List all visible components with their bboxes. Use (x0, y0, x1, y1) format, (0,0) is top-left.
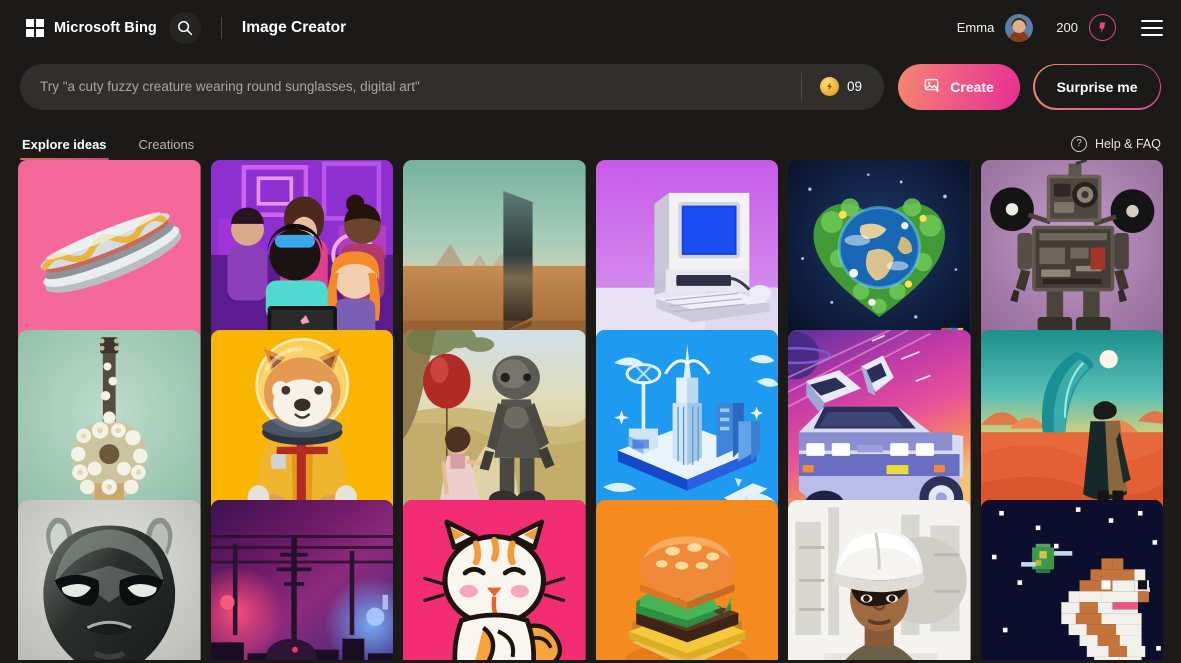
gallery-tile-pixel-space-dog[interactable] (980, 500, 1163, 660)
boost-counter[interactable]: 09 (802, 64, 884, 110)
avatar[interactable] (1005, 13, 1034, 42)
tab-creations[interactable]: Creations (137, 137, 197, 160)
brand-label: Microsoft Bing (54, 19, 157, 36)
coin-icon (820, 77, 840, 96)
microsoft-logo-icon (26, 18, 44, 37)
gallery-tile-earth-heart[interactable] (788, 160, 971, 343)
surprise-me-button[interactable]: Surprise me (1034, 65, 1160, 108)
gallery-tile-isometric-burger[interactable] (595, 500, 778, 660)
gallery-tile-chrome-hotdog[interactable] (18, 160, 201, 343)
gallery-tile-flower-guitar[interactable] (18, 330, 201, 513)
image-sparkle-icon (924, 77, 941, 97)
user-name-label: Emma (956, 20, 995, 35)
gallery-tile-isometric-city[interactable] (595, 330, 778, 513)
surprise-me-border: Surprise me (1033, 63, 1161, 110)
gallery-tile-hardhat-portrait[interactable] (788, 500, 971, 660)
gallery-tile-cartoon-cat[interactable] (403, 500, 586, 660)
gallery-tile-girl-robot-balloon[interactable] (403, 330, 586, 513)
gallery-tile-horned-helmet[interactable] (18, 500, 201, 660)
gallery-tile-astronaut-shiba[interactable] (210, 330, 393, 513)
gallery-tile-synthwave-delorean[interactable] (788, 330, 971, 513)
header-divider (220, 16, 222, 39)
help-and-faq-label: Help & FAQ (1095, 137, 1161, 151)
page-title: Image Creator (241, 18, 347, 36)
gallery-tile-neon-street-dusk[interactable] (210, 500, 393, 660)
rewards-points: 200 (1056, 20, 1078, 35)
boost-badge-icon[interactable] (1089, 14, 1116, 41)
help-and-faq-link[interactable]: ? Help & FAQ (1071, 136, 1161, 160)
boost-count-label: 09 (847, 79, 863, 94)
bing-brand[interactable]: Microsoft Bing (26, 18, 157, 37)
gallery-tile-desert-monolith[interactable] (403, 160, 586, 343)
question-circle-icon: ? (1071, 136, 1087, 152)
hamburger-menu-icon[interactable] (1141, 19, 1163, 36)
explore-ideas-gallery (0, 160, 1181, 660)
header-right-cluster: Emma 200 (956, 13, 1163, 42)
tab-explore-ideas[interactable]: Explore ideas (20, 137, 109, 160)
create-button[interactable]: Create (898, 63, 1021, 110)
gallery-tile-junk-robot[interactable] (980, 160, 1163, 343)
prompt-input-shell: 09 (20, 63, 885, 110)
gallery-tile-retro-computer[interactable] (595, 160, 778, 343)
tabs-bar: Explore ideas Creations ? Help & FAQ (0, 118, 1181, 160)
top-header: Microsoft Bing Image Creator Emma 200 (0, 0, 1181, 55)
create-button-label: Create (950, 78, 994, 95)
gallery-tile-desert-traveler[interactable] (980, 330, 1163, 513)
prompt-input[interactable] (20, 63, 802, 110)
search-icon[interactable] (168, 11, 201, 44)
gallery-tile-neon-people-laptops[interactable] (210, 160, 393, 343)
prompt-bar: 09 Create Surprise me (0, 55, 1181, 118)
